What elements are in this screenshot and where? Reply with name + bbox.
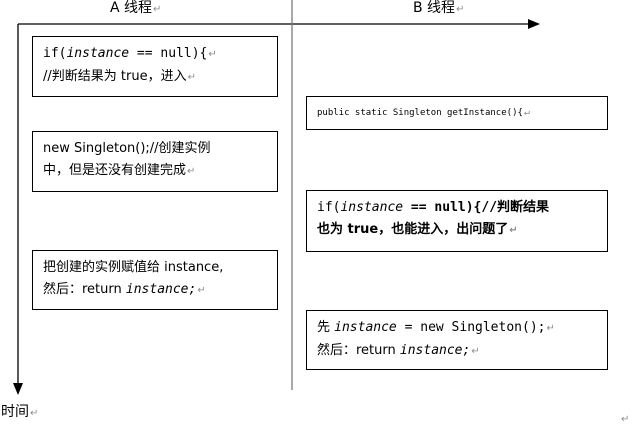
code-text: if(	[317, 200, 341, 215]
code-text: 然后：return	[43, 282, 126, 297]
code-text: = new Singleton();	[396, 320, 546, 335]
page-end-pilcrow: ↵	[621, 414, 630, 425]
thread-a-step-3: 把创建的实例赋值给 instance, 然后：return instance;↵	[32, 250, 278, 310]
code-variable: instance	[66, 46, 130, 61]
code-text: if(	[43, 46, 67, 61]
thread-a-label: A 线程	[110, 0, 153, 16]
thread-axis-arrowhead	[528, 19, 540, 29]
pilcrow-mark: ↵	[546, 323, 555, 334]
time-axis-label: 时间↵	[1, 404, 38, 422]
pilcrow-mark: ↵	[523, 107, 530, 118]
code-text: == null){//判断结果	[403, 200, 550, 215]
thread-a-step-1: if(instance == null){↵ //判断结果为 true，进入↵	[32, 36, 278, 97]
thread-b-step-2: if(instance == null){//判断结果 也为 true，也能进入…	[306, 190, 608, 252]
pilcrow-mark: ↵	[208, 49, 217, 60]
pilcrow-mark: ↵	[187, 166, 196, 177]
code-text: == null){	[129, 46, 208, 61]
code-text: 先	[317, 320, 335, 335]
thread-b-step-1: public static Singleton getInstance(){↵	[306, 96, 608, 130]
code-text: 然后：return	[317, 343, 400, 358]
pilcrow-mark: ↵	[197, 285, 206, 296]
code-comment: 中，但是还没有创建完成	[43, 163, 187, 178]
thread-a-step-2: new Singleton();//创建实例 中，但是还没有创建完成↵	[32, 131, 278, 192]
code-variable: instance;	[125, 282, 197, 297]
thread-b-label: B 线程	[413, 0, 456, 16]
code-text: new Singleton();//创建实例	[43, 141, 211, 156]
time-axis-arrowhead	[13, 383, 23, 395]
thread-b-header: B 线程↵	[413, 0, 464, 18]
pilcrow-mark: ↵	[471, 346, 480, 357]
code-text: public static Singleton getInstance(){	[317, 108, 523, 118]
code-variable: instance	[334, 320, 397, 335]
time-label: 时间	[1, 404, 29, 420]
pilcrow-mark: ↵	[187, 72, 196, 83]
code-text: 把创建的实例赋值给 instance,	[43, 260, 224, 275]
code-comment: 也为 true，也能进入，出问题了	[317, 222, 509, 237]
thread-b-step-3: 先 instance = new Singleton();↵ 然后：return…	[306, 310, 608, 370]
pilcrow-mark: ↵	[509, 225, 518, 236]
code-comment: //判断结果为 true，进入	[43, 69, 187, 84]
thread-a-header: A 线程↵	[110, 0, 161, 18]
pilcrow-mark: ↵	[153, 4, 162, 15]
pilcrow-mark: ↵	[456, 4, 465, 15]
pilcrow-mark: ↵	[30, 408, 39, 419]
code-variable: instance	[340, 200, 404, 215]
code-variable: instance;	[399, 343, 471, 358]
